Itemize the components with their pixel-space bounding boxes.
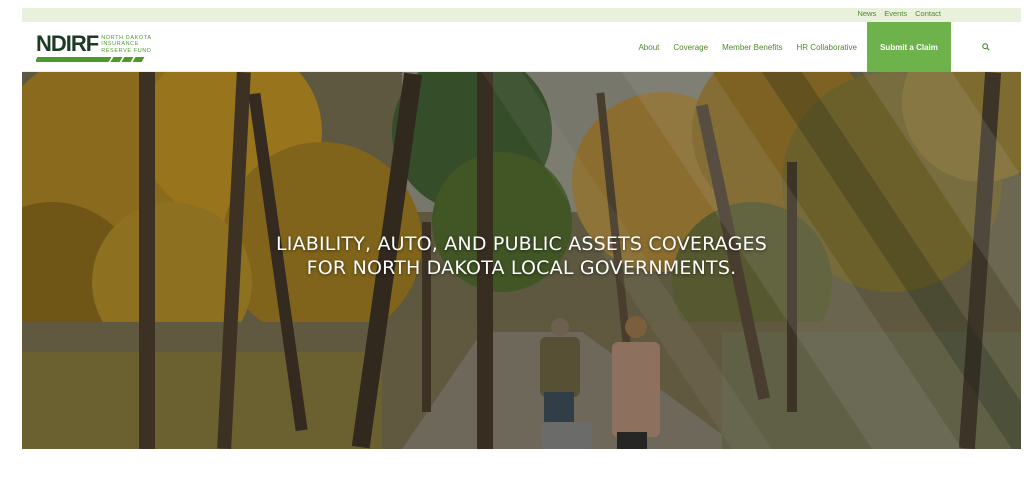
page: News Events Contact NDIRF NORTH DAKOTA I… [22,8,1021,500]
logo-stripes [36,57,154,62]
search-button[interactable] [951,22,1021,72]
nav-item-member-benefits[interactable]: Member Benefits [715,43,789,52]
utility-bar: News Events Contact [22,8,1021,22]
hero-banner: LIABILITY, AUTO, AND PUBLIC ASSETS COVER… [22,72,1021,449]
logo-mark: NDIRF [36,31,99,56]
hero-headline-line-1: LIABILITY, AUTO, AND PUBLIC ASSETS COVER… [275,233,768,255]
utility-link-events[interactable]: Events [884,9,907,18]
hero-headline: LIABILITY, AUTO, AND PUBLIC ASSETS COVER… [22,232,1021,280]
nav-item-hr-collaborative[interactable]: HR Collaborative [790,43,864,52]
submit-claim-button[interactable]: Submit a Claim [867,22,951,72]
nav-item-about[interactable]: About [631,43,666,52]
utility-link-news[interactable]: News [857,9,876,18]
main-nav: About Coverage Member Benefits HR Collab… [631,22,1021,72]
site-header: NDIRF NORTH DAKOTA INSURANCE RESERVE FUN… [22,22,1021,72]
search-icon [982,43,990,51]
logo[interactable]: NDIRF NORTH DAKOTA INSURANCE RESERVE FUN… [36,31,152,62]
utility-links: News Events Contact [857,9,941,18]
logo-subtitle: NORTH DAKOTA INSURANCE RESERVE FUND [101,35,151,54]
utility-link-contact[interactable]: Contact [915,9,941,18]
logo-line-3: RESERVE FUND [101,47,152,54]
nav-item-coverage[interactable]: Coverage [666,43,715,52]
hero-headline-line-2: FOR NORTH DAKOTA LOCAL GOVERNMENTS. [306,257,737,279]
